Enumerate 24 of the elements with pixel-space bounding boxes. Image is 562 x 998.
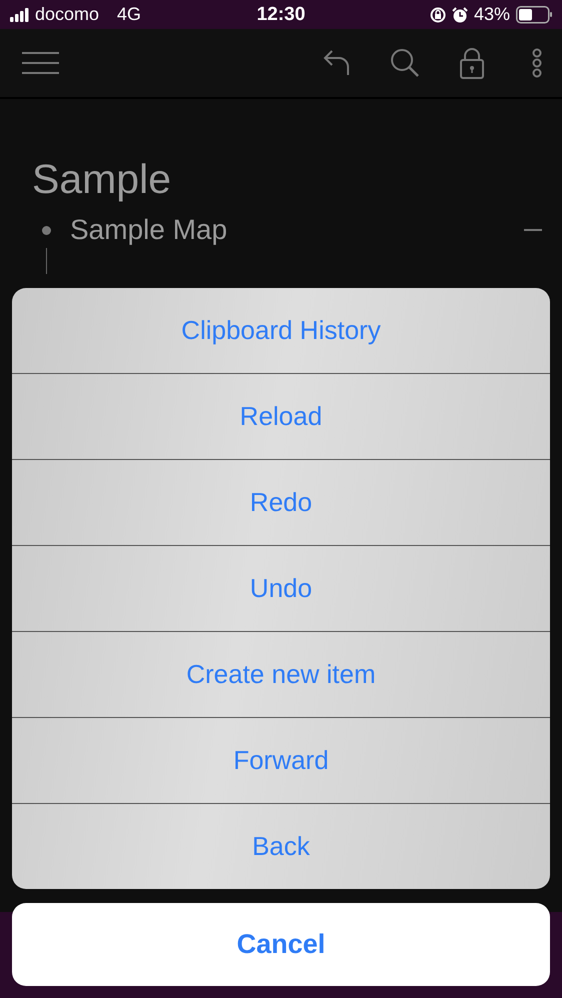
action-button[interactable]: Clipboard History	[12, 288, 550, 373]
action-button[interactable]: Reload	[12, 373, 550, 459]
action-button[interactable]: Forward	[12, 717, 550, 803]
network-type: 4G	[117, 4, 142, 25]
outline-item[interactable]: Sample Map	[70, 214, 524, 246]
action-button[interactable]: Undo	[12, 545, 550, 631]
battery-percent: 43%	[474, 4, 510, 25]
document-title: Sample	[32, 157, 172, 202]
alarm-icon	[452, 6, 468, 22]
more-options-button[interactable]	[532, 48, 542, 78]
battery-icon	[516, 6, 552, 24]
rotation-lock-icon	[430, 6, 446, 22]
carrier-name: docomo	[35, 4, 100, 25]
action-button[interactable]: Create new item	[12, 631, 550, 717]
lock-button[interactable]	[460, 48, 484, 78]
cancel-button[interactable]: Cancel	[12, 903, 550, 986]
signal-icon	[10, 8, 29, 22]
undo-button[interactable]	[323, 49, 350, 77]
menu-button[interactable]	[22, 52, 59, 74]
action-button[interactable]: Back	[12, 803, 550, 889]
action-button[interactable]: Redo	[12, 459, 550, 545]
clock-time: 12:30	[256, 4, 306, 26]
search-button[interactable]	[390, 48, 420, 78]
bullet-icon	[42, 226, 51, 235]
